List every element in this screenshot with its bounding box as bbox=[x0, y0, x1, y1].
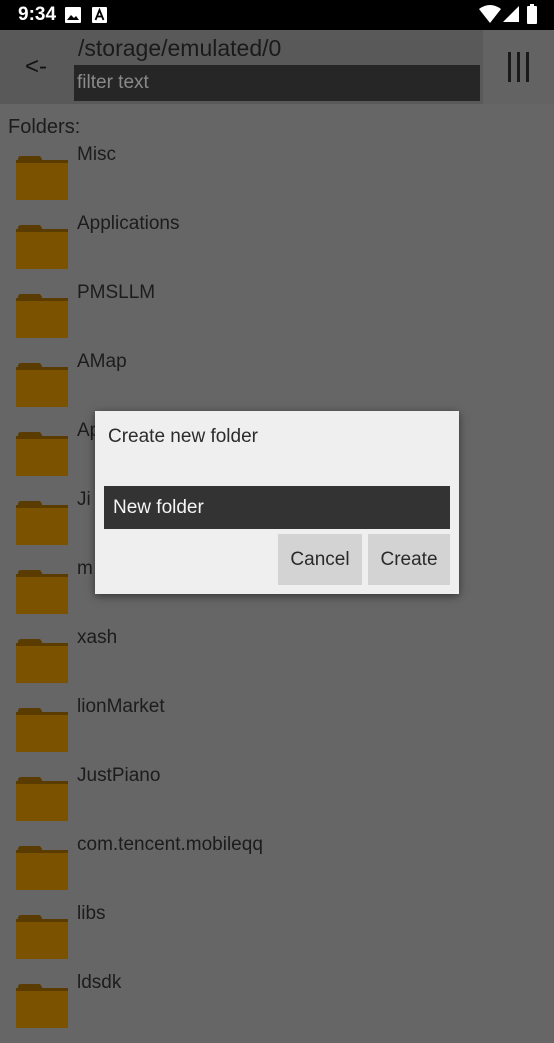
folder-item[interactable]: Misc bbox=[0, 144, 554, 215]
folder-icon bbox=[16, 225, 68, 269]
status-bar: 9:34 bbox=[0, 0, 554, 30]
signal-icon bbox=[503, 6, 519, 22]
folder-icon bbox=[16, 294, 68, 338]
image-notification-icon bbox=[65, 7, 81, 23]
folder-icon bbox=[16, 846, 68, 890]
folder-icon bbox=[16, 708, 68, 752]
folder-icon bbox=[16, 501, 68, 545]
status-time: 9:34 bbox=[18, 4, 57, 25]
folder-icon bbox=[16, 156, 68, 200]
wifi-icon bbox=[479, 5, 501, 23]
folder-item[interactable]: JustPiano bbox=[0, 765, 554, 836]
folder-name: Applications bbox=[77, 213, 180, 234]
text-notification-icon bbox=[92, 7, 107, 23]
dialog-title: Create new folder bbox=[108, 426, 258, 447]
folder-icon bbox=[16, 432, 68, 476]
folders-section-label: Folders: bbox=[8, 116, 81, 138]
menu-bars-icon bbox=[508, 52, 529, 82]
folder-name: xash bbox=[77, 627, 118, 648]
folder-item[interactable]: lionMarket bbox=[0, 696, 554, 767]
folder-name: com.tencent.mobileqq bbox=[77, 834, 263, 855]
folder-item[interactable]: xash bbox=[0, 627, 554, 698]
folder-item[interactable]: libs bbox=[0, 903, 554, 974]
menu-button[interactable] bbox=[483, 30, 554, 104]
folder-name-input[interactable] bbox=[104, 486, 450, 529]
folder-name: PMSLLM bbox=[77, 282, 156, 303]
create-folder-dialog: Create new folder Cancel Create bbox=[95, 411, 459, 594]
back-button[interactable]: <- bbox=[0, 30, 72, 104]
create-button[interactable]: Create bbox=[368, 534, 450, 585]
folder-name: ldsdk bbox=[77, 972, 122, 993]
folder-item[interactable]: ldsdk bbox=[0, 972, 554, 1043]
battery-icon bbox=[527, 4, 537, 24]
folder-item[interactable]: com.tencent.mobileqq bbox=[0, 834, 554, 905]
folder-item[interactable]: Applications bbox=[0, 213, 554, 284]
folder-name: libs bbox=[77, 903, 106, 924]
folder-icon bbox=[16, 777, 68, 821]
folder-name: lionMarket bbox=[77, 696, 165, 717]
folder-name: AMap bbox=[77, 351, 127, 372]
folder-name: Misc bbox=[77, 144, 117, 165]
folder-name: JustPiano bbox=[77, 765, 161, 786]
folder-icon bbox=[16, 639, 68, 683]
folder-name: Ji bbox=[77, 489, 91, 510]
cancel-button[interactable]: Cancel bbox=[278, 534, 362, 585]
filter-input[interactable] bbox=[74, 65, 480, 101]
folder-icon bbox=[16, 570, 68, 614]
folder-item[interactable]: PMSLLM bbox=[0, 282, 554, 353]
folder-icon bbox=[16, 984, 68, 1028]
folder-name: m bbox=[77, 558, 93, 579]
folder-icon bbox=[16, 915, 68, 959]
toolbar: <- /storage/emulated/0 bbox=[0, 30, 554, 104]
current-path: /storage/emulated/0 bbox=[78, 35, 282, 61]
folder-icon bbox=[16, 363, 68, 407]
